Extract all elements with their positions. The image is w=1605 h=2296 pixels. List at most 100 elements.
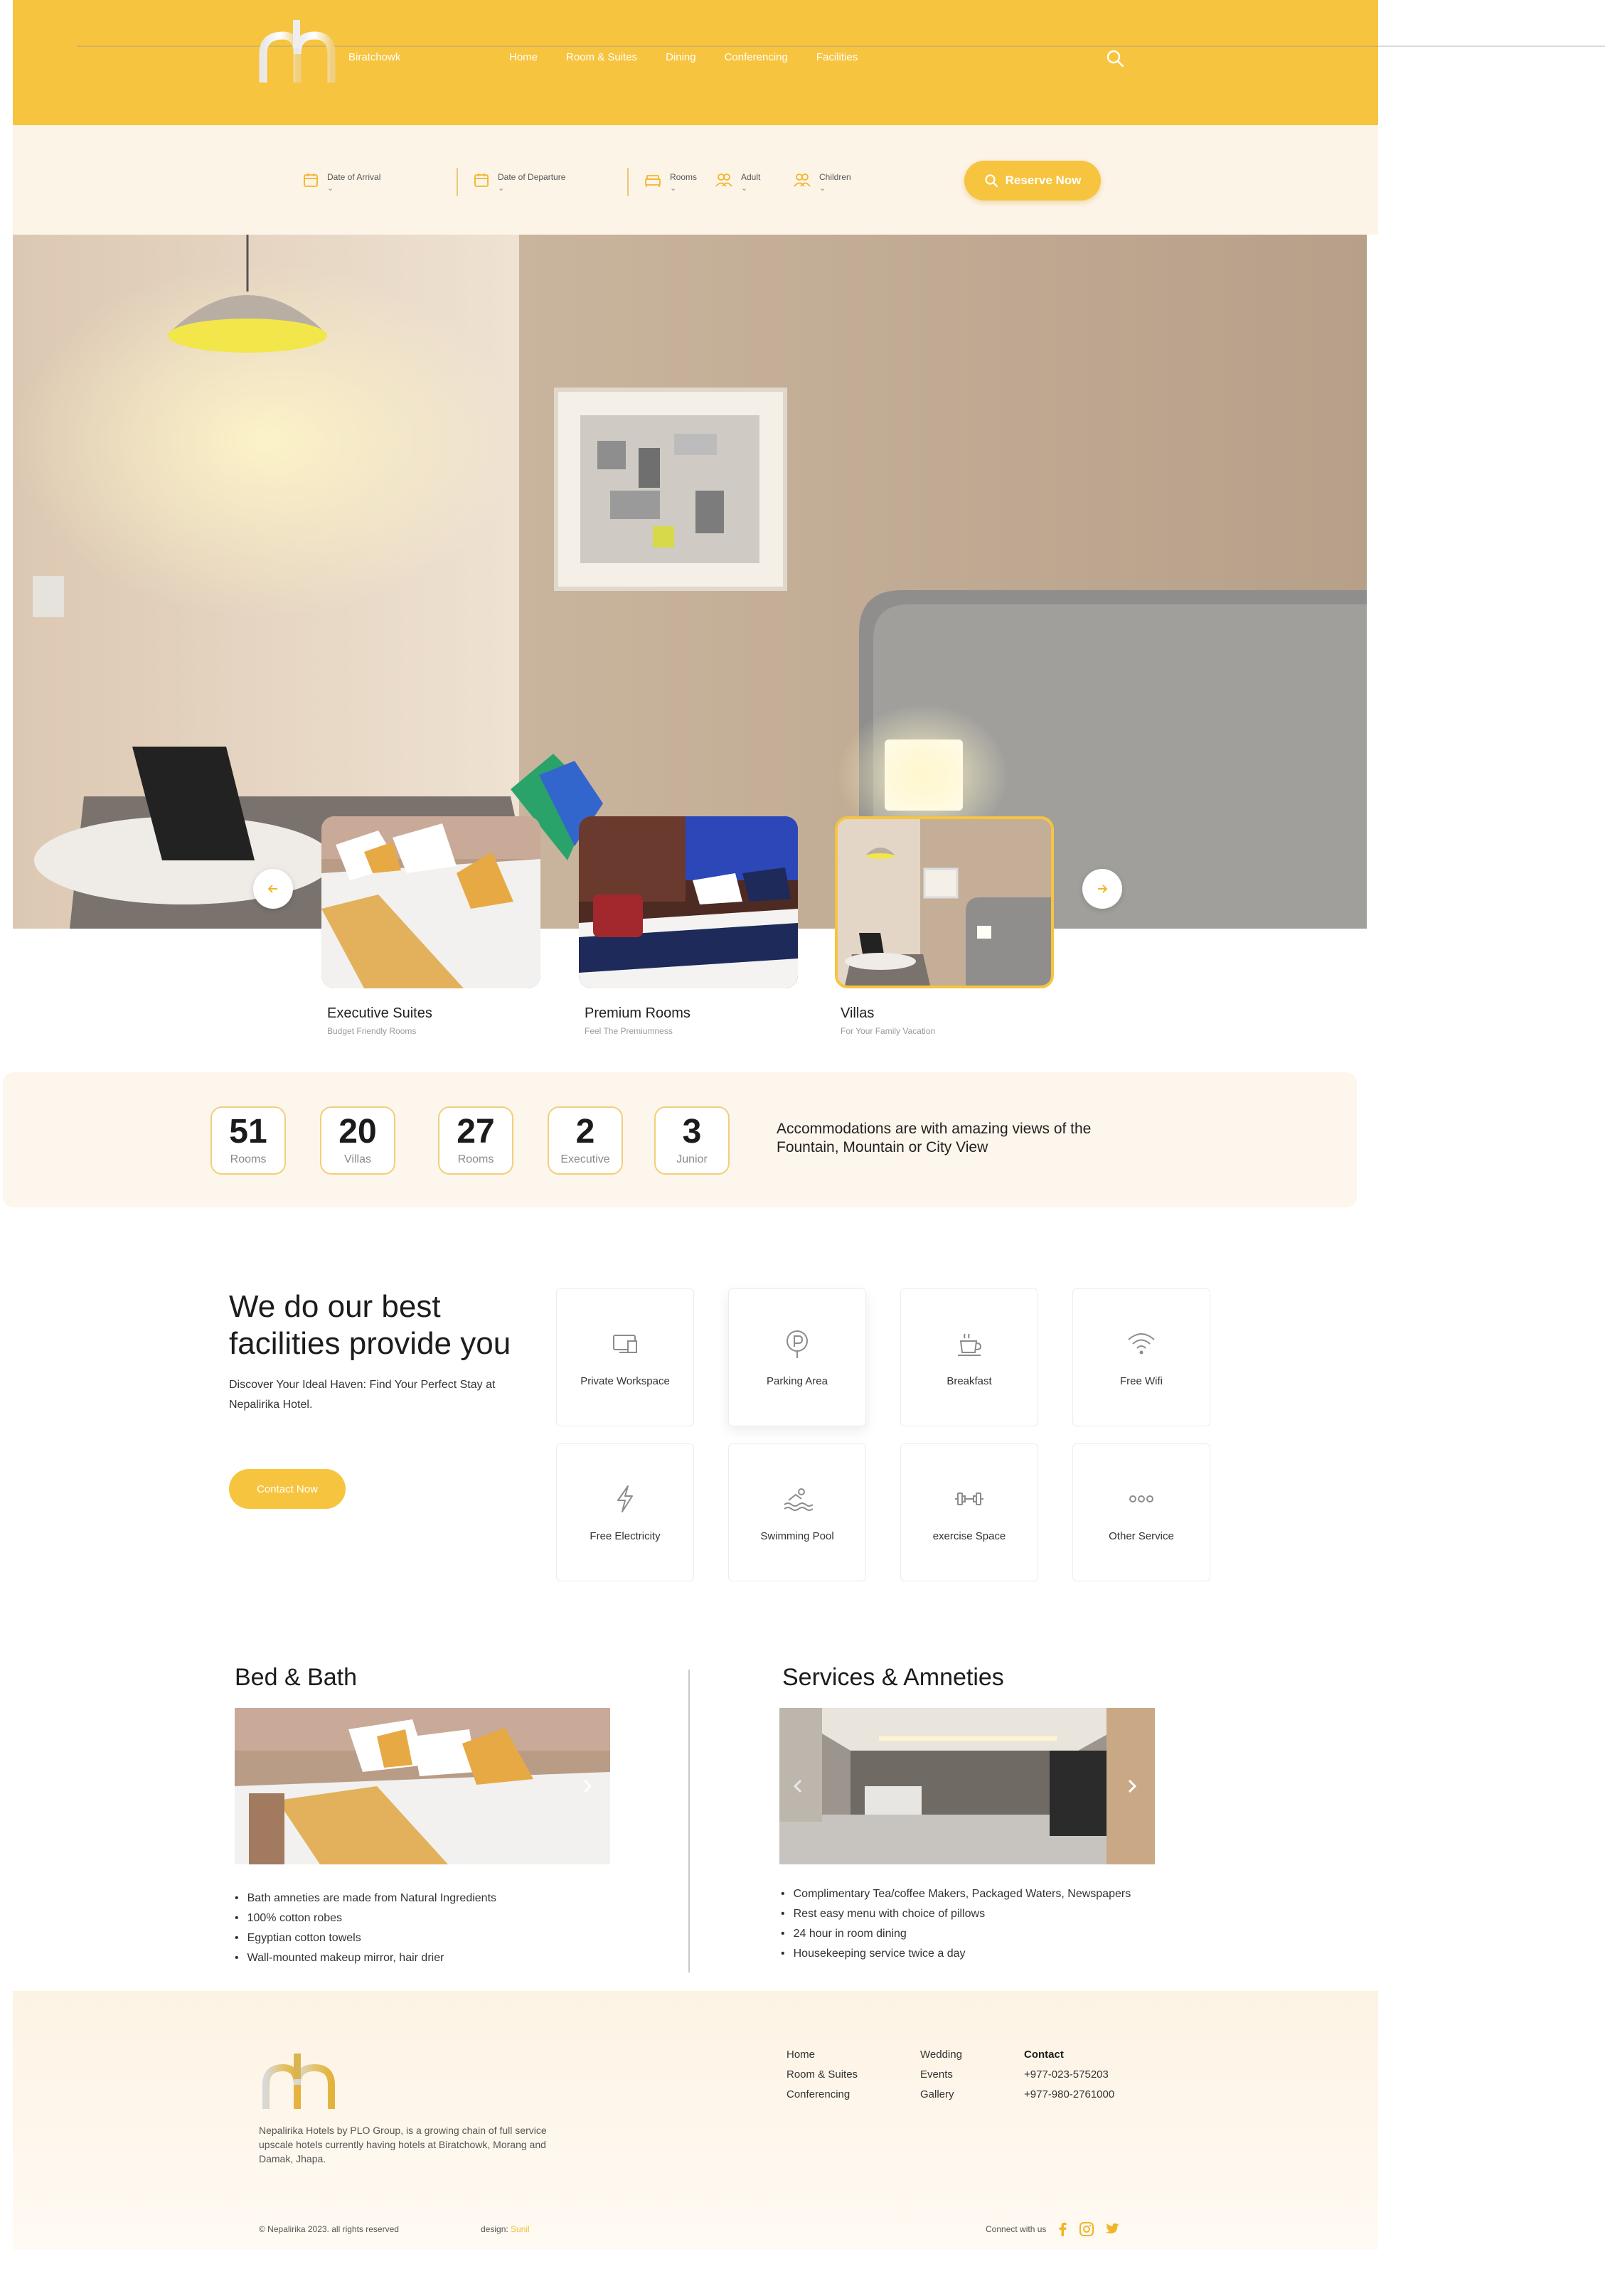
nav-home[interactable]: Home xyxy=(509,51,538,63)
swimming-icon xyxy=(784,1488,813,1511)
phone-number[interactable]: +977-023-575203 xyxy=(1024,2065,1114,2085)
list-item: Housekeeping service twice a day xyxy=(781,1944,1279,1964)
room-photo xyxy=(321,816,540,988)
stat-executive: 2 Executive xyxy=(548,1106,623,1175)
facility-private-workspace[interactable]: Private Workspace xyxy=(556,1288,694,1426)
chevron-right-icon[interactable] xyxy=(576,1775,599,1798)
footer-logo[interactable] xyxy=(260,2052,337,2112)
arrow-left-icon xyxy=(267,885,277,893)
chevron-down-icon: ⌄ xyxy=(327,184,334,193)
facility-other-service[interactable]: Other Service xyxy=(1072,1443,1210,1581)
room-title: Executive Suites xyxy=(327,1005,432,1021)
services-title: Services & Amneties xyxy=(782,1664,1004,1691)
room-title: Premium Rooms xyxy=(585,1005,690,1021)
twitter-icon[interactable] xyxy=(1104,2222,1120,2236)
carousel-next-button[interactable] xyxy=(1082,869,1122,909)
footer-link-conferencing[interactable]: Conferencing xyxy=(786,2085,858,2105)
designer-name[interactable]: Sunil xyxy=(511,2224,530,2234)
departure-label: Date of Departure xyxy=(498,172,566,182)
main-nav: Home Room & Suites Dining Conferencing F… xyxy=(509,51,858,63)
calendar-icon xyxy=(474,173,489,187)
facility-label: Free Wifi xyxy=(1120,1374,1163,1387)
users-icon xyxy=(794,173,811,187)
list-item: Complimentary Tea/coffee Makers, Package… xyxy=(781,1884,1279,1904)
chevron-down-icon: ⌄ xyxy=(670,184,677,193)
rooms-label: Rooms xyxy=(670,172,698,182)
stat-label: Rooms xyxy=(457,1153,494,1165)
footer-link-rooms[interactable]: Room & Suites xyxy=(786,2065,858,2085)
facility-breakfast[interactable]: Breakfast xyxy=(900,1288,1038,1426)
bed-bath-title: Bed & Bath xyxy=(235,1664,358,1691)
list-item: Bath amneties are made from Natural Ingr… xyxy=(235,1889,633,1908)
arrival-label: Date of Arrival xyxy=(327,172,381,182)
footer-link-gallery[interactable]: Gallery xyxy=(920,2085,962,2105)
facilities-heading: We do our best facilities provide you xyxy=(229,1289,511,1361)
stat-value: 3 xyxy=(682,1113,702,1150)
stat-rooms-2: 27 Rooms xyxy=(438,1106,513,1175)
nav-conferencing[interactable]: Conferencing xyxy=(725,51,788,63)
footer-about: Nepalirika Hotels by PLO Group, is a gro… xyxy=(259,2125,547,2164)
room-caption-premium: Premium Rooms Feel The Premiumness xyxy=(585,1005,690,1036)
phone-number[interactable]: +977-980-2761000 xyxy=(1024,2085,1114,2105)
facility-free-wifi[interactable]: Free Wifi xyxy=(1072,1288,1210,1426)
nav-dining[interactable]: Dining xyxy=(666,51,696,63)
footer-contact: Contact +977-023-575203 +977-980-2761000 xyxy=(1024,2045,1114,2105)
adult-field[interactable]: Adult ⌄ xyxy=(715,172,760,193)
room-card-premium[interactable] xyxy=(579,816,798,988)
facebook-icon[interactable] xyxy=(1056,2221,1069,2237)
nav-rooms-suites[interactable]: Room & Suites xyxy=(566,51,637,63)
list-item: Rest easy menu with choice of pillows xyxy=(781,1904,1279,1924)
room-card-executive[interactable] xyxy=(321,816,540,988)
coffee-icon xyxy=(958,1333,982,1356)
services-list: Complimentary Tea/coffee Makers, Package… xyxy=(781,1884,1279,1964)
rooms-field[interactable]: Rooms ⌄ xyxy=(644,172,697,193)
instagram-icon[interactable] xyxy=(1079,2221,1094,2237)
facility-free-electricity[interactable]: Free Electricity xyxy=(556,1443,694,1581)
reserve-now-button[interactable]: Reserve Now xyxy=(964,161,1101,201)
stat-villas: 20 Villas xyxy=(320,1106,395,1175)
departure-field[interactable]: Date of Departure ⌄ xyxy=(474,172,565,193)
arrival-field[interactable]: Date of Arrival ⌄ xyxy=(303,172,380,193)
facility-label: Free Electricity xyxy=(590,1529,661,1542)
wifi-icon xyxy=(1128,1333,1155,1354)
room-subtitle: For Your Family Vacation xyxy=(841,1026,936,1036)
footer-link-wedding[interactable]: Wedding xyxy=(920,2045,962,2065)
stat-rooms: 51 Rooms xyxy=(210,1106,286,1175)
footer-links-1: Home Room & Suites Conferencing xyxy=(786,2045,858,2105)
footer xyxy=(13,1991,1378,2250)
children-label: Children xyxy=(819,172,851,182)
contact-now-button[interactable]: Contact Now xyxy=(229,1469,346,1509)
footer-link-home[interactable]: Home xyxy=(786,2045,858,2065)
chevron-right-icon[interactable] xyxy=(1121,1775,1143,1798)
logo[interactable] xyxy=(257,17,337,85)
facility-label: Swimming Pool xyxy=(760,1529,834,1542)
footer-link-events[interactable]: Events xyxy=(920,2065,962,2085)
stat-junior: 3 Junior xyxy=(654,1106,730,1175)
chevron-down-icon: ⌄ xyxy=(819,184,826,193)
lightning-icon xyxy=(617,1485,633,1512)
social-links: Connect with us xyxy=(986,2221,1120,2237)
stat-value: 20 xyxy=(338,1113,377,1150)
chevron-down-icon: ⌄ xyxy=(741,184,748,193)
divider xyxy=(457,168,458,196)
children-field[interactable]: Children ⌄ xyxy=(794,172,851,193)
nav-facilities[interactable]: Facilities xyxy=(816,51,858,63)
chevron-left-icon[interactable] xyxy=(786,1775,809,1798)
lobby-photo xyxy=(779,1708,1155,1864)
carousel-prev-button[interactable] xyxy=(253,869,293,909)
facility-swimming-pool[interactable]: Swimming Pool xyxy=(728,1443,866,1581)
facility-label: Breakfast xyxy=(947,1374,992,1387)
adult-label: Adult xyxy=(741,172,761,182)
search-icon[interactable] xyxy=(1105,48,1125,68)
room-title: Villas xyxy=(841,1005,875,1021)
workspace-icon xyxy=(613,1334,637,1353)
room-caption-executive: Executive Suites Budget Friendly Rooms xyxy=(327,1005,432,1036)
facility-exercise-space[interactable]: exercise Space xyxy=(900,1443,1038,1581)
room-card-villas[interactable] xyxy=(835,816,1054,988)
connect-label: Connect with us xyxy=(986,2224,1047,2234)
facility-label: Parking Area xyxy=(767,1374,828,1387)
facility-parking-area[interactable]: Parking Area xyxy=(728,1288,866,1426)
footer-links-2: Wedding Events Gallery xyxy=(920,2045,962,2105)
reserve-label: Reserve Now xyxy=(1005,173,1082,187)
room-caption-villas: Villas For Your Family Vacation xyxy=(841,1005,935,1036)
